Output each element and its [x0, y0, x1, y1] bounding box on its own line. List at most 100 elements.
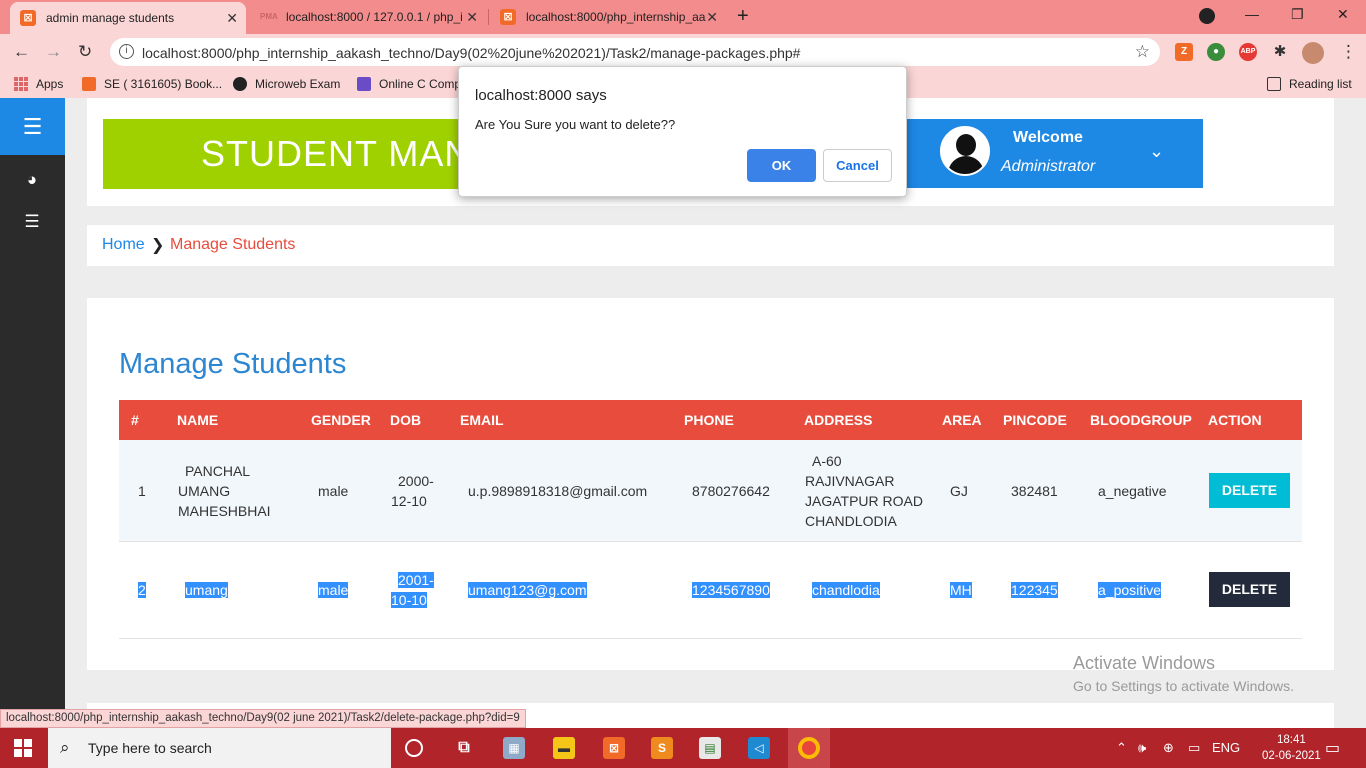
reload-icon[interactable]: ↻: [78, 42, 92, 62]
windows-taskbar: ⌕ Type here to search ⧉ ▦ ▬ ⊠ S ▤ ◁ ⌃ 🕪 …: [0, 728, 1366, 768]
info-icon[interactable]: i: [119, 44, 134, 59]
url-text[interactable]: localhost:8000/php_internship_aakash_tec…: [142, 45, 800, 61]
chrome-icon[interactable]: [798, 737, 820, 759]
chevron-right-icon: ❯: [151, 237, 165, 254]
cell-name: umang: [185, 580, 228, 600]
maximize-button[interactable]: ❐: [1291, 6, 1304, 23]
ok-button[interactable]: OK: [747, 149, 816, 182]
file-explorer-icon[interactable]: ▬: [553, 737, 575, 759]
selected-text: male: [318, 582, 349, 598]
chevron-down-icon[interactable]: ⌄: [1149, 141, 1164, 162]
selected-text: 2001-: [398, 572, 434, 588]
address-bar[interactable]: i localhost:8000/php_internship_aakash_t…: [110, 38, 1160, 66]
back-arrow-icon[interactable]: ←: [13, 42, 30, 62]
col-header: EMAIL: [460, 412, 504, 428]
cell-address: A-60 RAJIVNAGAR JAGATPUR ROAD CHANDLODIA: [805, 451, 923, 531]
reading-list-icon: [1267, 77, 1281, 91]
bookmark-label: SE ( 3161605) Book...: [104, 77, 223, 91]
close-icon[interactable]: ✕: [706, 9, 718, 26]
selected-text: 10-10: [391, 592, 427, 608]
close-icon[interactable]: ✕: [466, 9, 478, 26]
vscode-icon[interactable]: ◁: [748, 737, 770, 759]
phpmyadmin-icon: PMA: [260, 12, 278, 21]
lightning-icon: [357, 77, 371, 91]
cell-num: 1: [138, 483, 146, 499]
task-view-icon[interactable]: ⧉: [453, 737, 475, 759]
notification-icon[interactable]: ▭: [1325, 738, 1340, 758]
address-line: JAGATPUR ROAD: [805, 493, 923, 509]
sidebar: ☰ ◕ ☰: [0, 98, 65, 728]
col-header: GENDER: [311, 412, 371, 428]
confirm-dialog: localhost:8000 says Are You Sure you wan…: [458, 66, 907, 197]
reading-list-button[interactable]: Reading list: [1267, 77, 1352, 91]
welcome-text: Welcome: [1013, 129, 1083, 146]
windows-start-icon[interactable]: [14, 739, 32, 757]
forward-arrow-icon[interactable]: →: [45, 42, 62, 62]
bookmark-star-icon[interactable]: ☆: [1135, 42, 1150, 62]
cell-gender: male: [318, 580, 349, 600]
extension-icon[interactable]: ●: [1207, 43, 1225, 61]
adblock-icon[interactable]: ABP: [1239, 43, 1257, 61]
user-silhouette-head: [956, 134, 976, 156]
cell-area: MH: [950, 580, 972, 600]
breadcrumb-home-link[interactable]: Home: [102, 236, 145, 254]
col-header: DOB: [390, 412, 422, 428]
system-clock[interactable]: 18:41 02-06-2021: [1262, 732, 1321, 764]
tab-localhost[interactable]: ⊠ localhost:8000/php_internship_aa ✕: [490, 0, 726, 34]
language-indicator[interactable]: ENG: [1212, 740, 1240, 755]
delete-button[interactable]: DELETE: [1209, 572, 1290, 607]
delete-button[interactable]: DELETE: [1209, 473, 1290, 508]
bookmark-online-c-comp[interactable]: Online C Comp: [357, 77, 461, 91]
cell-phone: 8780276642: [692, 483, 770, 499]
cell-num: 2: [138, 580, 146, 600]
hamburger-menu-icon[interactable]: ☰: [0, 98, 65, 155]
tab-phpmyadmin[interactable]: PMA localhost:8000 / 127.0.0.1 / php_i ✕: [250, 0, 486, 34]
col-header: ACTION: [1208, 412, 1262, 428]
taskbar-search[interactable]: ⌕ Type here to search: [48, 728, 391, 768]
avatar[interactable]: [1302, 42, 1324, 64]
page-heading: Manage Students: [119, 348, 347, 380]
globe-icon[interactable]: ⊕: [1163, 740, 1174, 756]
name-line: UMANG: [178, 483, 231, 499]
cell-pincode: 382481: [1011, 483, 1058, 499]
watermark-title: Activate Windows: [1073, 653, 1216, 673]
dashboard-gauge-icon[interactable]: ◕: [22, 170, 42, 190]
bookmark-apps[interactable]: Apps: [14, 77, 63, 91]
profile-dropdown-icon[interactable]: [1199, 8, 1215, 24]
selected-text: chandlodia: [812, 582, 880, 598]
spreadsheet-icon[interactable]: ▤: [699, 737, 721, 759]
extension-icon[interactable]: Z: [1175, 43, 1193, 61]
dob-line: 12-10: [391, 493, 427, 509]
list-icon[interactable]: ☰: [22, 212, 42, 232]
chevron-up-icon[interactable]: ⌃: [1116, 740, 1127, 756]
activate-windows-watermark: Activate Windows Go to Settings to activ…: [1073, 653, 1294, 694]
selected-text: umang123@g.com: [468, 582, 587, 598]
minimize-button[interactable]: —: [1245, 6, 1259, 22]
cortana-icon[interactable]: [405, 739, 423, 757]
sublime-text-icon[interactable]: S: [651, 737, 673, 759]
tab-admin-manage-students[interactable]: ⊠ admin manage students ✕: [10, 2, 246, 34]
cancel-button[interactable]: Cancel: [823, 149, 892, 182]
name-line: MAHESHBHAI: [178, 503, 271, 519]
col-header: AREA: [942, 412, 982, 428]
bookmark-microweb-exam[interactable]: Microweb Exam: [233, 77, 340, 91]
address-line: CHANDLODIA: [805, 513, 897, 529]
puzzle-icon[interactable]: ✱: [1271, 43, 1289, 61]
bookmark-se-book[interactable]: SE ( 3161605) Book...: [82, 77, 222, 91]
menu-kebab-icon[interactable]: ⋮: [1340, 42, 1357, 62]
address-line: RAJIVNAGAR: [805, 473, 895, 489]
new-tab-button[interactable]: +: [737, 5, 749, 28]
battery-icon[interactable]: ▭: [1188, 740, 1200, 756]
search-placeholder: Type here to search: [88, 740, 212, 756]
volume-icon[interactable]: 🕪: [1138, 740, 1146, 756]
xampp-icon[interactable]: ⊠: [603, 737, 625, 759]
network-app-icon[interactable]: ▦: [503, 737, 525, 759]
window-close-button[interactable]: ✕: [1337, 6, 1349, 23]
cell-email: u.p.9898918318@gmail.com: [468, 483, 648, 499]
blogger-icon: [82, 77, 96, 91]
user-menu[interactable]: Welcome Administrator ⌄: [905, 119, 1203, 188]
selected-text: umang: [185, 582, 228, 598]
selected-text: 122345: [1011, 582, 1058, 598]
close-icon[interactable]: ✕: [226, 10, 238, 27]
col-header: #: [131, 412, 139, 428]
